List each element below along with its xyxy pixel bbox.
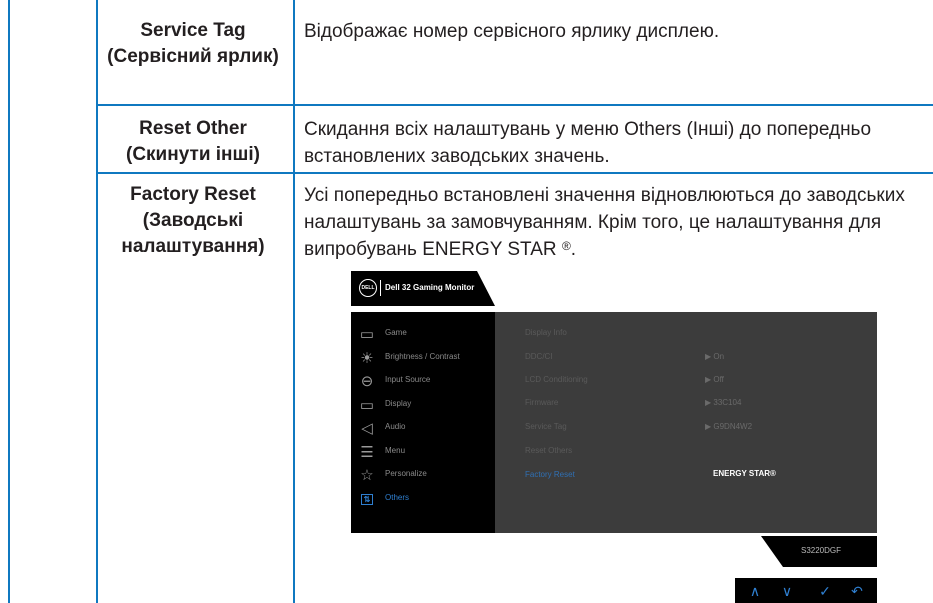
menu-item-audio[interactable]: ◁ Audio [357,418,493,440]
model-tag: S3220DGF [761,536,877,567]
row-label-reset-other: Reset Other (Скинути інші) [126,118,260,165]
check-icon[interactable]: ✓ [815,582,835,600]
row-label-factory-reset: Factory Reset (Заводські налаштування) [121,184,265,257]
row-separator-1 [96,104,933,106]
table-col-divider-1 [96,0,98,603]
dell-logo: DELL [359,279,377,297]
energy-star-label: ENERGY STAR® [713,469,776,478]
table-col-divider-2 [293,0,295,603]
registered-mark: ® [561,239,571,253]
submenu-ddc-ci-value: ▶ On [705,352,725,361]
menu-label-display: Display [385,399,412,408]
menu-label-audio: Audio [385,422,406,431]
submenu-display-info[interactable]: Display Info [525,328,567,337]
brightness-icon: ☀ [360,350,374,367]
submenu-service-tag-value: ▶ G9DN4W2 [705,422,753,431]
model-number: S3220DGF [801,546,842,555]
menu-item-display[interactable]: ▭ Display [357,395,493,417]
game-icon: ▭ [359,326,375,343]
menu-label-menu: Menu [385,446,406,455]
table-left-border [8,0,10,603]
menu-item-brightness-contrast[interactable]: ☀ Brightness / Contrast [357,348,493,370]
back-icon[interactable]: ↶ [847,582,867,600]
submenu-reset-others[interactable]: Reset Others [525,446,572,455]
menu-icon: ☰ [360,444,374,461]
menu-label-personalize: Personalize [385,469,427,478]
osd-title: Dell 32 Gaming Monitor [380,280,474,296]
osd-main-menu: ▭ Game ☀ Brightness / Contrast ⊖ Input S… [351,312,495,533]
up-arrow-icon[interactable]: ∧ [745,582,765,600]
osd-submenu: Display Info DDC/CI ▶ On LCD Conditionin… [495,312,877,533]
menu-item-others[interactable]: ⇅ Others [357,489,493,511]
input-source-icon: ⊖ [360,373,374,390]
submenu-firmware-value: ▶ 33C104 [705,398,742,407]
row-label-service-tag: Service Tag (Сервісний ярлик) [107,20,279,67]
row-desc-factory-reset-end: . [570,239,577,260]
osd-navigation-bar: ∧ ∨ ✓ ↶ [735,578,877,603]
menu-label-game: Game [385,328,407,337]
row-desc-service-tag: Відображає номер сервісного ярлику диспл… [304,21,720,42]
display-icon: ▭ [359,397,375,414]
audio-icon: ◁ [361,420,373,437]
menu-label-brightness: Brightness / Contrast [385,352,460,361]
down-arrow-icon[interactable]: ∨ [777,582,797,600]
menu-item-input-source[interactable]: ⊖ Input Source [357,371,493,393]
submenu-firmware[interactable]: Firmware [525,398,558,407]
submenu-lcd-conditioning[interactable]: LCD Conditioning [525,375,588,384]
menu-item-personalize[interactable]: ☆ Personalize [357,465,493,487]
submenu-factory-reset[interactable]: Factory Reset [525,470,575,479]
submenu-service-tag[interactable]: Service Tag [525,422,567,431]
menu-label-input-source: Input Source [385,375,431,384]
row-desc-reset-other: Скидання всіх налаштувань у меню Others … [304,119,872,167]
others-icon: ⇅ [357,489,377,509]
menu-label-others: Others [385,493,410,502]
row-desc-factory-reset-text: Усі попередньо встановлені значення відн… [304,185,905,260]
submenu-ddc-ci[interactable]: DDC/CI [525,352,553,361]
menu-item-game[interactable]: ▭ Game [357,324,493,346]
row-separator-2 [96,172,933,174]
star-icon: ☆ [360,467,374,484]
osd-header: DELL Dell 32 Gaming Monitor [351,271,495,306]
row-desc-factory-reset: Усі попередньо встановлені значення відн… [304,182,924,263]
menu-item-menu[interactable]: ☰ Menu [357,442,493,464]
submenu-lcd-conditioning-value: ▶ Off [705,375,724,384]
